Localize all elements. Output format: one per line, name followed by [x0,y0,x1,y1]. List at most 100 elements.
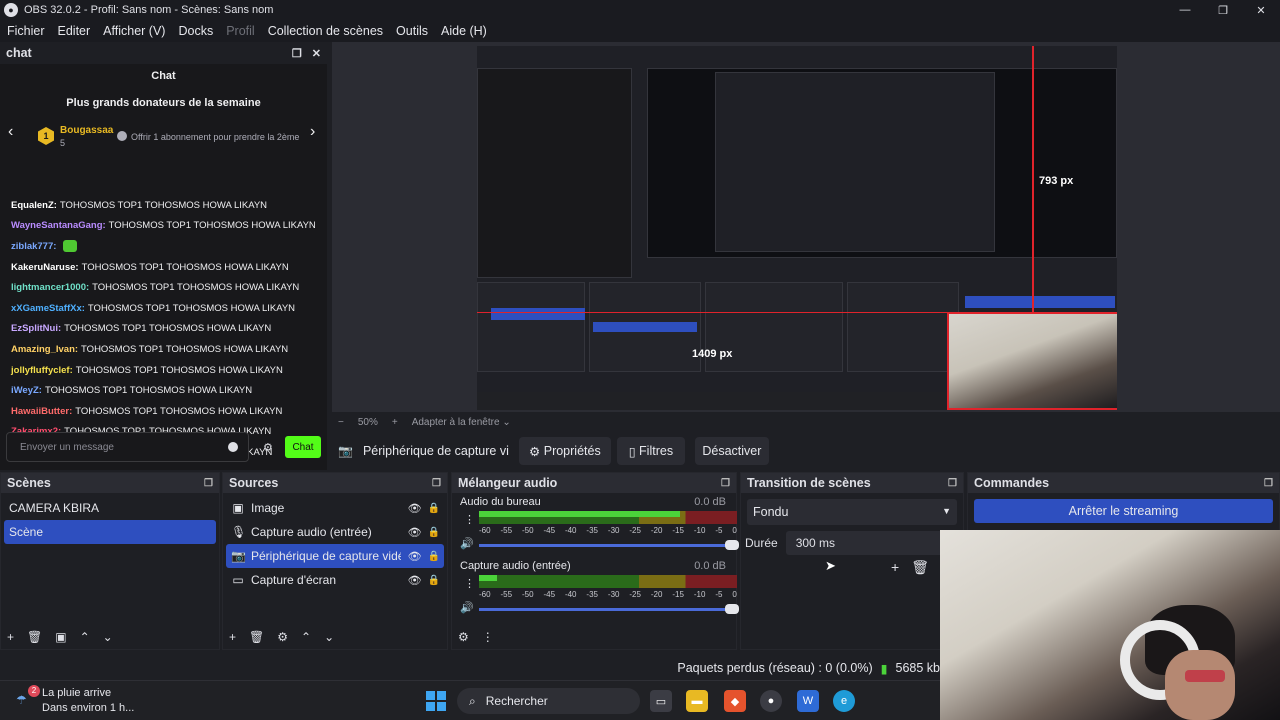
obs-taskbar-icon[interactable]: ● [760,690,782,712]
webcam-source[interactable] [947,312,1117,410]
meter-tick-label: -15 [672,526,684,535]
duration-input[interactable]: 300 ms [785,531,946,555]
scene-item[interactable]: Scène [4,520,216,544]
speaker-icon[interactable]: 🔊 [460,601,474,614]
lock-icon[interactable]: 🔒 [428,527,440,538]
add-icon[interactable]: + [891,559,899,576]
file-explorer-icon[interactable]: ▬ [686,690,708,712]
volume-slider[interactable] [479,540,739,550]
emoji-icon[interactable] [228,442,238,452]
menu-aide[interactable]: Aide (H) [441,24,487,38]
float-icon[interactable]: ❐ [948,478,957,489]
stop-streaming-button[interactable]: Arrêter le streaming [974,499,1273,523]
eye-icon[interactable]: 👁 [408,526,422,539]
float-icon[interactable]: ❐ [204,478,213,489]
eye-icon[interactable]: 👁 [408,574,422,587]
preview-area[interactable]: 793 px 1409 px [332,42,1280,412]
source-item[interactable]: ▣ Image 👁 🔒 [226,496,444,520]
chat-username[interactable]: ziblak777: [11,241,56,252]
trash-icon[interactable]: 🗑 [911,559,929,576]
zoom-bar: − 50% + Adapter à la fenêtre ⌄ [332,412,1280,432]
chat-username[interactable]: HawaiiButter: [11,406,72,417]
properties-button[interactable]: ⚙ Propriétés [518,437,611,465]
chevron-up-icon[interactable]: ⌃ [80,630,90,644]
chat-username[interactable]: WayneSantanaGang: [11,220,106,231]
source-item[interactable]: 🎙 Capture audio (entrée) 👁 🔒 [226,520,444,544]
source-item[interactable]: 📷 Périphérique de capture vidéo 👁 🔒 [226,544,444,568]
menu-collection[interactable]: Collection de scènes [268,24,383,38]
task-view-icon[interactable]: ▭ [650,690,672,712]
menu-docks[interactable]: Docks [178,24,213,38]
chat-username[interactable]: EqualenZ: [11,200,57,211]
close-icon[interactable]: ✕ [1242,0,1280,20]
chat-username[interactable]: KakeruNaruse: [11,262,79,273]
weather-widget[interactable]: ☂ 2 La pluie arrive Dans environ 1 h... [16,685,134,714]
maximize-icon[interactable]: ❐ [1204,0,1242,20]
more-icon[interactable]: ⋮ [464,577,475,590]
chevron-down-icon[interactable]: ⌄ [324,630,334,644]
volume-meter-level [479,575,498,581]
slider-handle[interactable] [725,604,739,614]
menu-outils[interactable]: Outils [396,24,428,38]
taskbar-search[interactable]: ⌕ Rechercher [457,688,640,714]
guide-horizontal [477,312,947,313]
slider-handle[interactable] [725,540,739,550]
zoom-out-icon[interactable]: − [338,417,344,428]
speaker-icon[interactable]: 🔊 [460,537,474,550]
minimize-icon[interactable]: — [1166,0,1204,20]
title-bar: ● OBS 32.0.2 - Profil: Sans nom - Scènes… [0,0,1280,20]
meter-tick-label: -10 [693,526,706,535]
chat-username[interactable]: iWeyZ: [11,385,42,396]
source-item[interactable]: ▭ Capture d'écran 👁 🔒 [226,568,444,592]
chat-username[interactable]: EzSplitNui: [11,323,61,334]
zoom-in-icon[interactable]: + [392,417,398,428]
brave-browser-icon[interactable]: ◆ [724,690,746,712]
add-icon[interactable]: + [7,630,14,644]
edge-browser-icon[interactable]: e [833,690,855,712]
scene-item[interactable]: CAMERA KBIRA [4,496,216,520]
volume-slider[interactable] [479,604,739,614]
menu-afficher[interactable]: Afficher (V) [103,24,165,38]
more-icon[interactable]: ⋮ [464,513,475,526]
preview-canvas[interactable]: 793 px 1409 px [477,46,1117,410]
channel-db: 0.0 dB [694,496,726,508]
chevron-down-icon[interactable]: ⌄ [103,630,113,644]
filter-icon[interactable]: ▣ [55,630,66,644]
fit-window-dropdown[interactable]: Adapter à la fenêtre ⌄ [412,417,511,428]
chat-username[interactable]: Amazing_Ivan: [11,344,78,355]
chat-send-button[interactable]: Chat [285,436,321,458]
lock-icon[interactable]: 🔒 [428,503,440,514]
lock-icon[interactable]: 🔒 [428,575,440,586]
close-dock-icon[interactable]: ✕ [312,47,321,60]
gift-offer[interactable]: Offrir 1 abonnement pour prendre la 2ème [117,131,299,142]
chat-username[interactable]: jollyfluffyclef: [11,365,73,376]
chevron-up-icon[interactable]: ⌃ [301,630,311,644]
lock-icon[interactable]: 🔒 [428,551,440,562]
float-icon[interactable]: ❐ [292,47,302,60]
advanced-audio-icon[interactable]: ⚙ [458,630,469,644]
trash-icon[interactable]: 🗑 [249,630,264,644]
float-icon[interactable]: ❐ [432,478,441,489]
chevron-left-icon[interactable]: ‹ [8,123,13,141]
transition-select[interactable]: Fondu ▼ [747,499,957,525]
menu-editer[interactable]: Editer [58,24,91,38]
add-icon[interactable]: + [229,630,236,644]
gear-icon[interactable]: ⚙ [277,630,288,644]
deactivate-button[interactable]: Désactiver [694,437,769,465]
chat-input[interactable]: Envoyer un message [6,432,249,462]
filters-button[interactable]: ▯ Filtres [616,437,685,465]
eye-icon[interactable]: 👁 [408,502,422,515]
more-icon[interactable]: ⋮ [482,630,494,644]
chevron-right-icon[interactable]: › [310,123,315,141]
trash-icon[interactable]: 🗑 [27,630,42,644]
eye-icon[interactable]: 👁 [408,550,422,563]
menu-fichier[interactable]: Fichier [7,24,45,38]
chat-username[interactable]: lightmancer1000: [11,282,89,293]
float-icon[interactable]: ❐ [1264,478,1273,489]
gear-icon[interactable]: ⚙ [263,441,273,454]
chat-username[interactable]: xXGameStaffXx: [11,303,85,314]
word-icon[interactable]: W [797,690,819,712]
windows-start-icon[interactable] [426,691,446,711]
menu-profil[interactable]: Profil [226,24,254,38]
float-icon[interactable]: ❐ [721,478,730,489]
